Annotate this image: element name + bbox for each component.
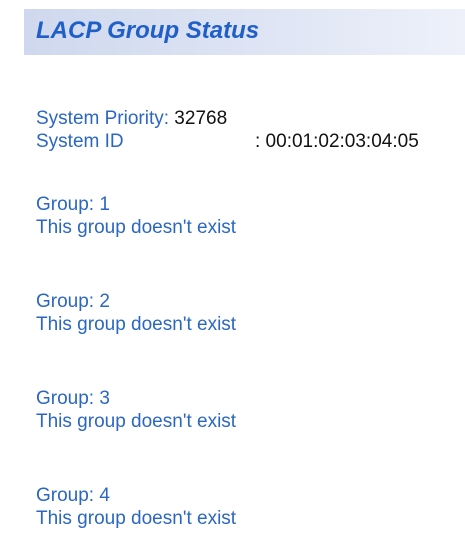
system-id-row: System ID : 00:01:02:03:04:05 (36, 131, 419, 153)
group-status: This group doesn't exist (36, 217, 237, 238)
group-label: Group: 1 (36, 194, 110, 215)
group-status: This group doesn't exist (36, 508, 237, 529)
system-priority-value: 32768 (169, 108, 228, 129)
group-status: This group doesn't exist (36, 314, 237, 335)
system-priority-label: System Priority: (36, 108, 170, 129)
page-title: LACP Group Status (36, 17, 260, 44)
group-label: Group: 3 (36, 388, 110, 409)
system-id-label: System ID (36, 131, 124, 152)
group-label: Group: 4 (36, 485, 110, 506)
group-status: This group doesn't exist (36, 411, 237, 432)
system-priority-row: System Priority: 32768 (36, 108, 227, 130)
group-label: Group: 2 (36, 291, 110, 312)
system-id-value: : 00:01:02:03:04:05 (255, 131, 419, 152)
page-title-bar: LACP Group Status (24, 9, 465, 55)
